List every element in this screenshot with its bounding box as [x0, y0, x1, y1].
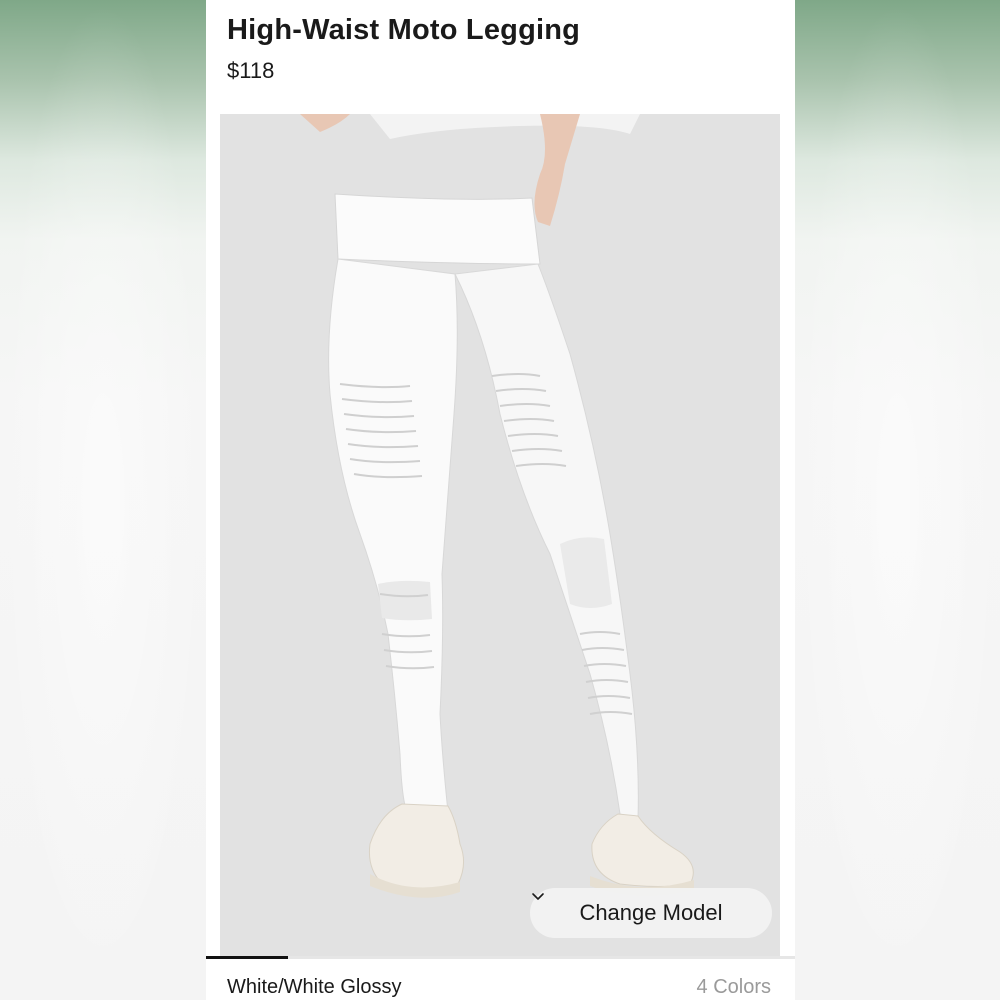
backdrop-right: [795, 0, 1000, 1000]
change-model-button[interactable]: Change Model: [530, 888, 772, 938]
product-card: High-Waist Moto Legging $118 Change Mode…: [206, 0, 795, 1000]
product-price: $118: [227, 58, 275, 83]
selected-color-name: White/White Glossy: [227, 976, 402, 998]
legging-illustration: [220, 114, 780, 956]
backdrop-left: [0, 0, 206, 1000]
chevron-down-icon: [532, 893, 544, 900]
carousel-active-indicator: [206, 956, 288, 959]
color-count-link[interactable]: 4 Colors: [697, 976, 771, 999]
product-title: High-Waist Moto Legging: [227, 14, 581, 46]
change-model-label: Change Model: [579, 900, 723, 925]
image-carousel-progress: [206, 956, 795, 959]
product-hero-image[interactable]: Change Model: [220, 114, 780, 956]
